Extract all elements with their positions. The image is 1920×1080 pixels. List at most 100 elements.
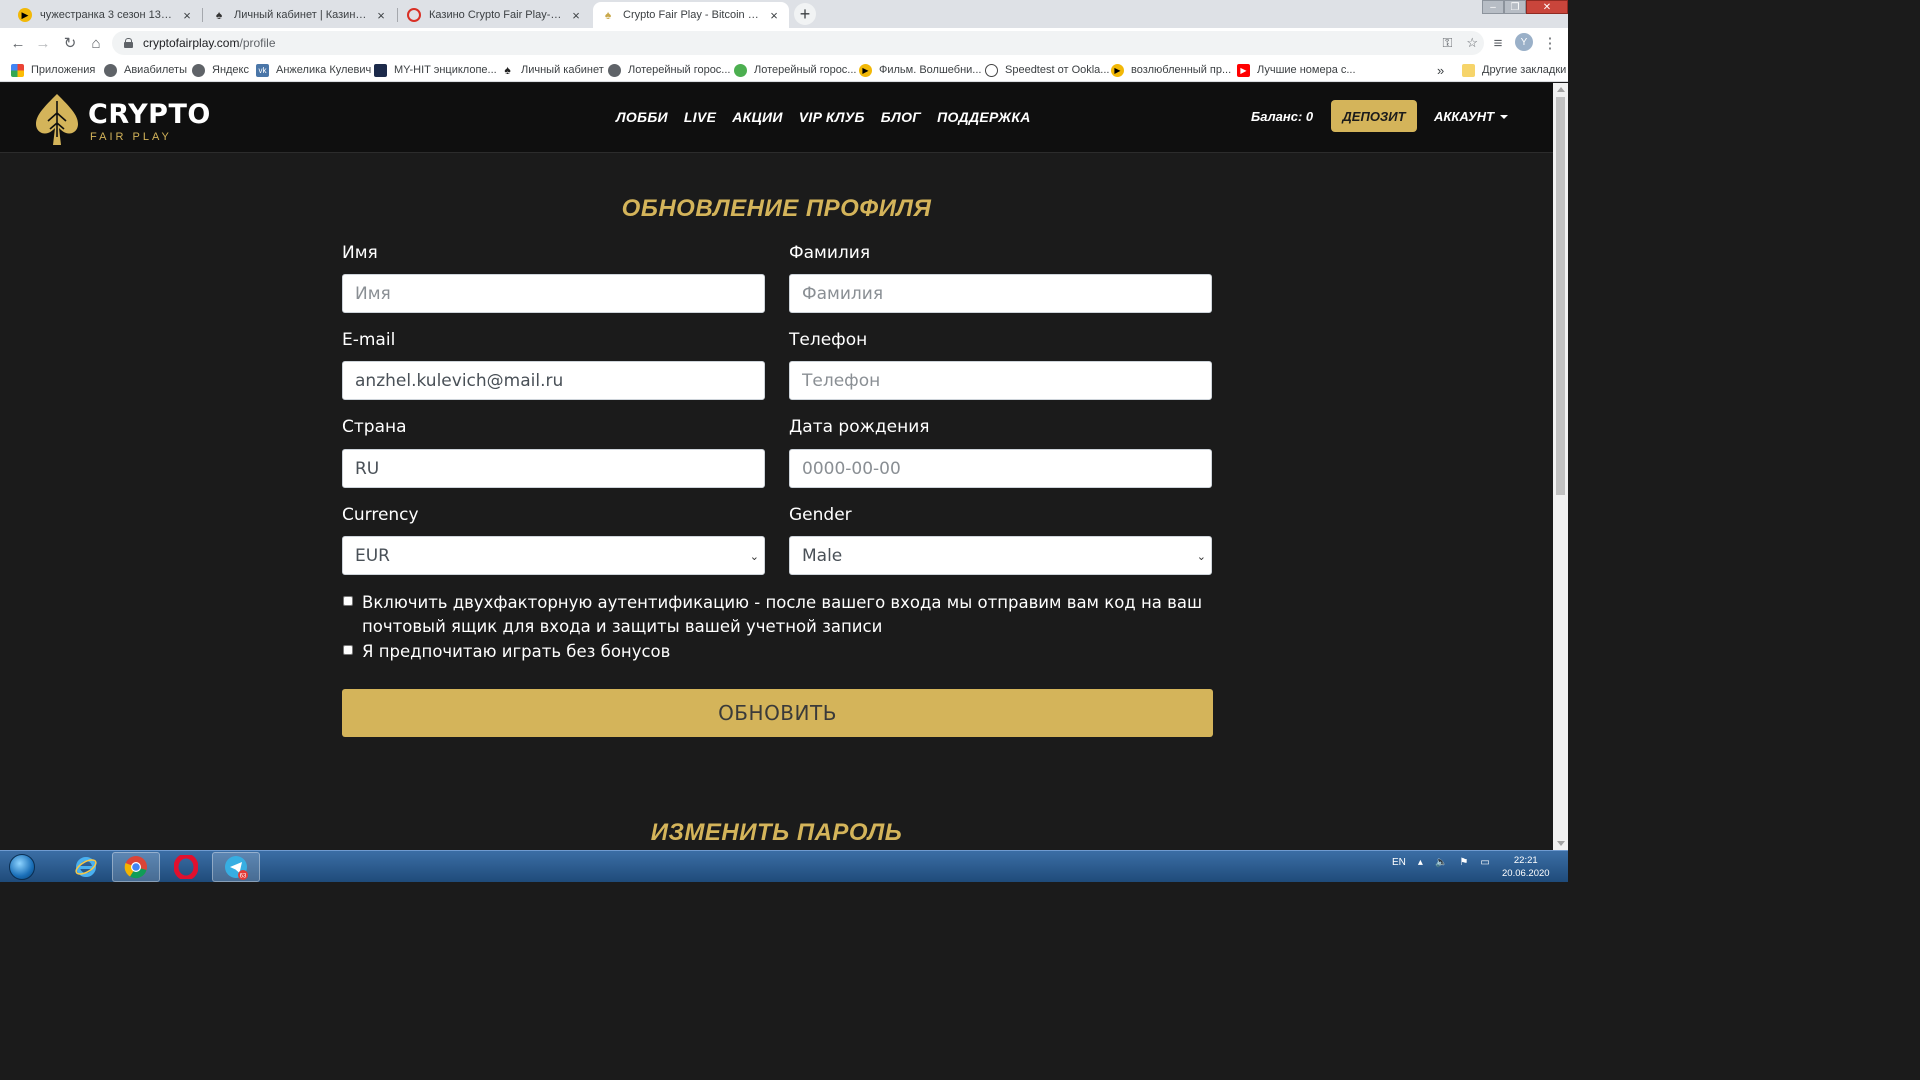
other-bookmarks[interactable]: Другие закладки — [1462, 62, 1566, 78]
balance-display: Баланс: 0 — [1251, 109, 1314, 124]
close-icon[interactable]: × — [767, 8, 781, 23]
update-profile-button[interactable]: ОБНОВИТЬ — [342, 689, 1213, 737]
gender-select[interactable]: Male ⌄ — [789, 536, 1212, 575]
home-icon[interactable]: ⌂ — [86, 33, 106, 53]
bookmark-item[interactable]: Яндекс — [192, 62, 249, 78]
bookmark-item[interactable]: ▶ возлюбленный пр... — [1111, 62, 1231, 78]
bookmark-label: Яндекс — [212, 64, 249, 76]
windows-logo-icon — [9, 853, 35, 880]
close-window-icon[interactable]: ✕ — [1526, 0, 1568, 14]
tab-crypto-fair-play[interactable]: ♠ Crypto Fair Play - Bitcoin Casino × — [593, 2, 789, 28]
phone-label: Телефон — [789, 330, 868, 350]
country-label: Страна — [342, 417, 407, 437]
last-name-input[interactable] — [789, 274, 1212, 313]
email-label: E-mail — [342, 330, 396, 350]
taskbar: 63 EN ▴ 🔈 ⚑ ▭ 22:21 20.06.2020 — [0, 850, 1568, 882]
profile-title: ОБНОВЛЕНИЕ ПРОФИЛЯ — [621, 195, 932, 222]
scroll-up-icon[interactable] — [1557, 87, 1565, 92]
no-bonus-label: Я предпочитаю играть без бонусов — [362, 642, 671, 661]
birthdate-label: Дата рождения — [789, 417, 930, 437]
nav-support[interactable]: ПОДДЕРЖКА — [937, 109, 1031, 125]
taskbar-opera[interactable] — [162, 852, 210, 882]
bookmark-apps[interactable]: Приложения — [11, 62, 95, 78]
avatar[interactable]: Y — [1515, 33, 1533, 51]
forward-arrow-icon[interactable]: → — [33, 33, 53, 53]
tab-casino-promo[interactable]: Казино Crypto Fair Play-100% и × — [399, 2, 591, 28]
star-icon[interactable]: ☆ — [1466, 35, 1478, 51]
tray-expand-icon[interactable]: ▴ — [1418, 857, 1423, 868]
chevron-down-icon: ⌄ — [1196, 550, 1206, 563]
nav-live[interactable]: LIVE — [684, 109, 716, 125]
nav-lobby[interactable]: ЛОББИ — [616, 109, 668, 125]
phone-input[interactable] — [789, 361, 1212, 400]
chevron-down-icon: ⌄ — [749, 550, 759, 563]
nav-vip-club[interactable]: VIP КЛУБ — [799, 109, 865, 125]
site-logo[interactable]: CRYPTO FAIR PLAY — [34, 93, 210, 145]
last-name-label: Фамилия — [789, 243, 871, 263]
play-icon: ▶ — [1111, 63, 1124, 77]
bookmark-item[interactable]: vk Анжелика Кулевич — [256, 62, 371, 78]
nav-promotions[interactable]: АКЦИИ — [732, 109, 783, 125]
key-icon[interactable]: ⚿ — [1442, 35, 1452, 51]
maximize-icon[interactable]: ❐ — [1504, 0, 1526, 14]
bookmark-item[interactable]: Лотерейный горос... — [608, 62, 730, 78]
deposit-button[interactable]: ДЕПОЗИТ — [1331, 100, 1417, 132]
ring-icon — [407, 8, 421, 22]
main-nav: ЛОББИ LIVE АКЦИИ VIP КЛУБ БЛОГ ПОДДЕРЖКА — [616, 109, 1031, 125]
page-scrollbar[interactable] — [1553, 83, 1568, 850]
bookmark-item[interactable]: Лотерейный горос... — [734, 62, 856, 78]
first-name-input[interactable] — [342, 274, 765, 313]
reload-icon[interactable]: ↻ — [60, 33, 80, 53]
country-input[interactable] — [342, 449, 765, 488]
tab-title: Crypto Fair Play - Bitcoin Casino — [623, 9, 761, 21]
birthdate-input[interactable] — [789, 449, 1212, 488]
bookmark-label: Фильм. Волшебни... — [879, 64, 982, 76]
back-arrow-icon[interactable]: ← — [8, 33, 28, 53]
window-controls: – ❐ ✕ — [1482, 0, 1568, 14]
network-icon[interactable]: ▭ — [1480, 857, 1489, 868]
scroll-down-icon[interactable] — [1557, 841, 1565, 846]
close-icon[interactable]: × — [180, 8, 194, 23]
taskbar-internet-explorer[interactable] — [62, 852, 110, 882]
nav-blog[interactable]: БЛОГ — [881, 109, 921, 125]
close-icon[interactable]: × — [374, 8, 388, 23]
vk-icon: vk — [256, 63, 269, 77]
bookmark-item[interactable]: ▶ Лучшие номера с... — [1237, 62, 1356, 78]
speaker-icon[interactable]: 🔈 — [1435, 857, 1447, 868]
play-icon: ▶ — [859, 63, 872, 77]
close-icon[interactable]: × — [569, 8, 583, 23]
language-indicator[interactable]: EN — [1392, 857, 1406, 868]
bookmarks-bar: Приложения Авиабилеты Яндекс vk Анжелика… — [0, 58, 1568, 82]
chrome-icon — [124, 856, 147, 879]
tab-title: Личный кабинет | Казино Кр — [234, 9, 368, 21]
system-clock[interactable]: 22:21 20.06.2020 — [1502, 854, 1550, 880]
spade-icon: ♠ — [215, 8, 223, 22]
bookmark-item[interactable]: ▶ Фильм. Волшебни... — [859, 62, 981, 78]
bookmark-item[interactable]: Speedtest от Ookla... — [985, 62, 1109, 78]
taskbar-telegram[interactable]: 63 — [212, 852, 260, 882]
bookmark-item[interactable]: ♠ Личный кабинет — [501, 62, 603, 78]
apps-icon — [11, 63, 24, 77]
bookmarks-overflow-button[interactable]: » — [1437, 62, 1444, 78]
start-button[interactable] — [2, 851, 42, 882]
two-factor-checkbox[interactable] — [343, 596, 353, 606]
internet-explorer-icon — [75, 857, 97, 877]
media-queue-icon[interactable]: ≡ — [1488, 33, 1508, 53]
bookmark-item[interactable]: MY-HIT энциклопе... — [374, 62, 497, 78]
new-tab-button[interactable]: + — [794, 3, 816, 25]
taskbar-chrome[interactable] — [112, 852, 160, 882]
account-dropdown[interactable]: АККАУНТ — [1434, 109, 1509, 124]
tab-casino-cabinet[interactable]: ♠ Личный кабинет | Казино Кр × — [204, 2, 396, 28]
logo-text: CRYPTO — [88, 99, 211, 130]
email-field[interactable] — [342, 361, 765, 400]
address-bar[interactable]: cryptofairplay.com/profile ⚿ ☆ — [112, 31, 1484, 55]
no-bonus-checkbox[interactable] — [343, 645, 353, 655]
flag-icon[interactable]: ⚑ — [1459, 857, 1468, 868]
folder-icon — [1462, 63, 1475, 77]
scrollbar-thumb[interactable] — [1556, 97, 1565, 495]
menu-dots-icon[interactable]: ⋮ — [1540, 33, 1560, 53]
bookmark-item[interactable]: Авиабилеты — [104, 62, 187, 78]
tab-video[interactable]: ▶ чужестранка 3 сезон 13 серия: × — [10, 2, 202, 28]
minimize-icon[interactable]: – — [1482, 0, 1504, 14]
currency-select[interactable]: EUR ⌄ — [342, 536, 765, 575]
